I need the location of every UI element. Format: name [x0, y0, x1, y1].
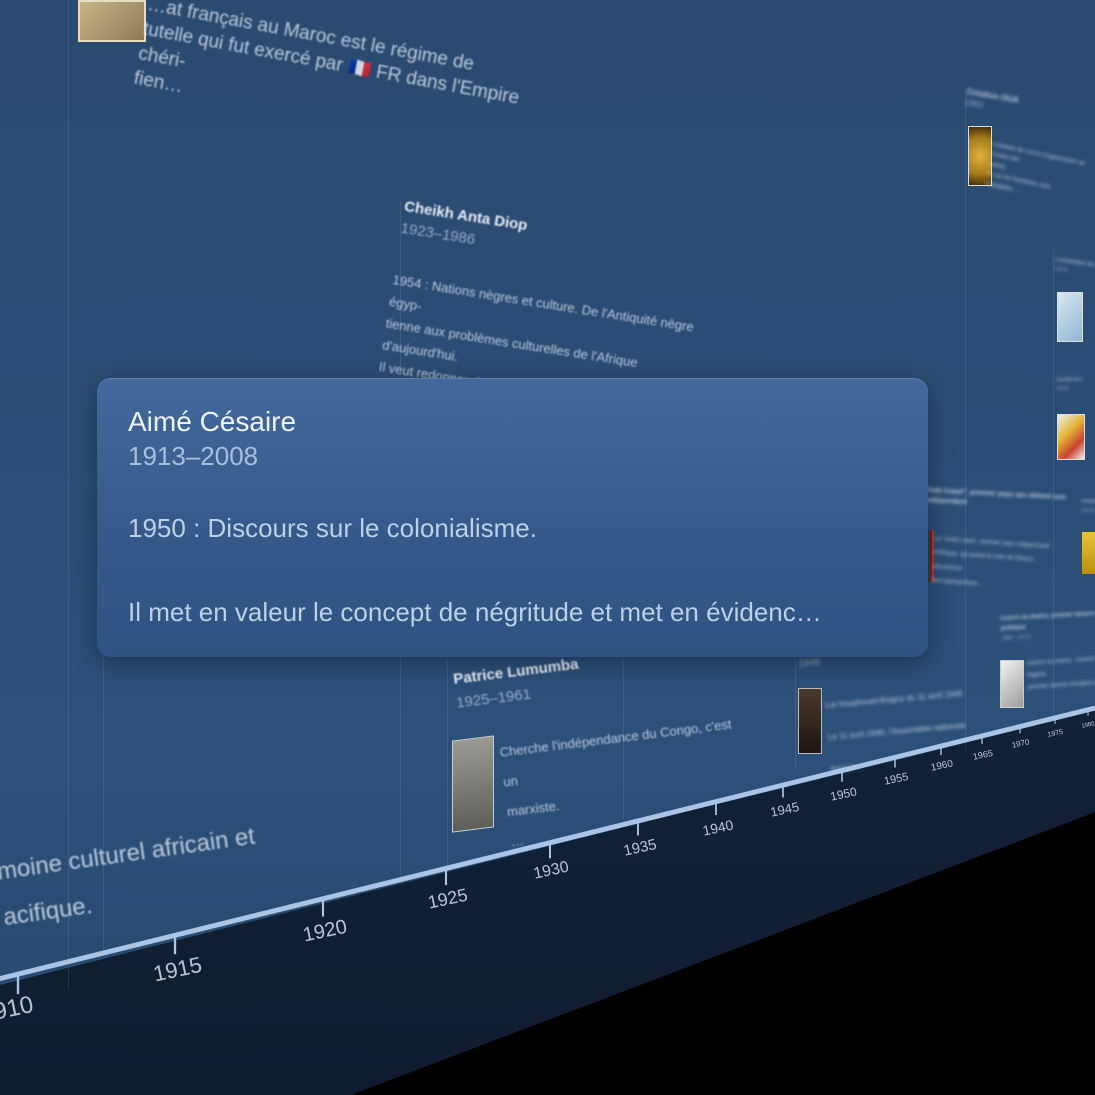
axis-baseline [0, 705, 1095, 982]
cesaire-work: 1950 : Discours sur le colonialisme. [128, 513, 537, 543]
cesaire-dates: 1913–2008 [128, 441, 259, 471]
card-aime-cesaire[interactable]: Aimé Césaire 1913–2008 1950 : Discours s… [97, 378, 928, 657]
cesaire-name: Aimé Césaire [128, 406, 297, 437]
cesaire-description: Il met en valeur le concept de négritude… [128, 597, 822, 627]
timeline-scene: …at français au Maroc est le régime de t… [0, 0, 1095, 1095]
